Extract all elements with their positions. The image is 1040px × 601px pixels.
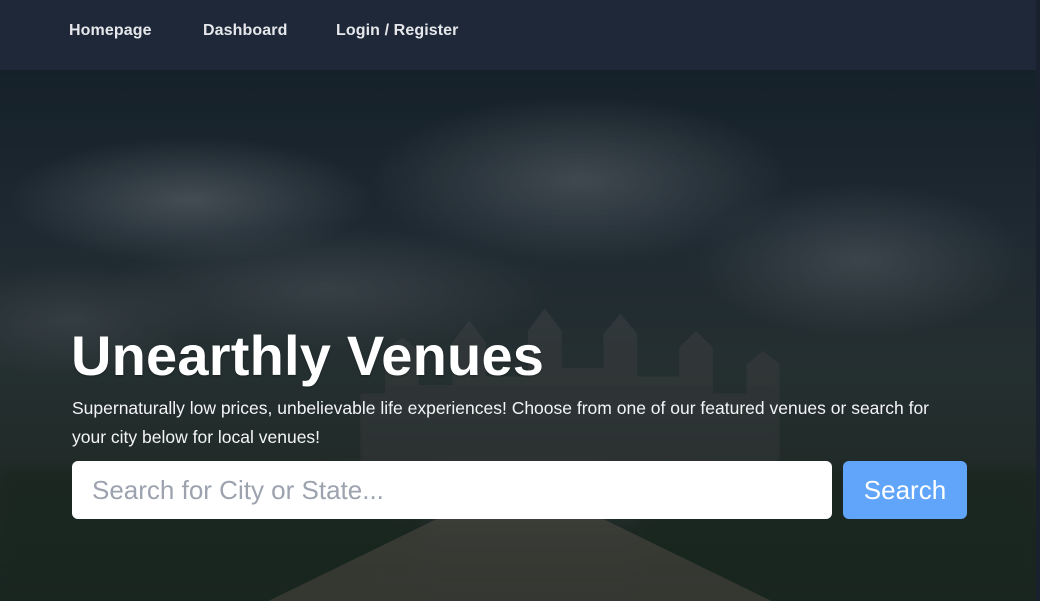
search-button[interactable]: Search — [843, 461, 967, 519]
nav-link-homepage[interactable]: Homepage — [69, 22, 152, 40]
top-nav: Homepage Dashboard Login / Register — [0, 0, 1040, 70]
hero-description: Supernaturally low prices, unbelievable … — [72, 398, 930, 447]
page: Homepage Dashboard Login / Register Unea… — [0, 0, 1040, 601]
hero-edge — [1036, 70, 1040, 601]
hero-section: Unearthly Venues Supernaturally low pric… — [0, 70, 1040, 601]
nav-link-dashboard[interactable]: Dashboard — [203, 22, 287, 40]
search-input[interactable] — [72, 461, 832, 519]
nav-link-login-register[interactable]: Login / Register — [336, 22, 459, 40]
hero-title: Unearthly Venues — [71, 324, 545, 387]
